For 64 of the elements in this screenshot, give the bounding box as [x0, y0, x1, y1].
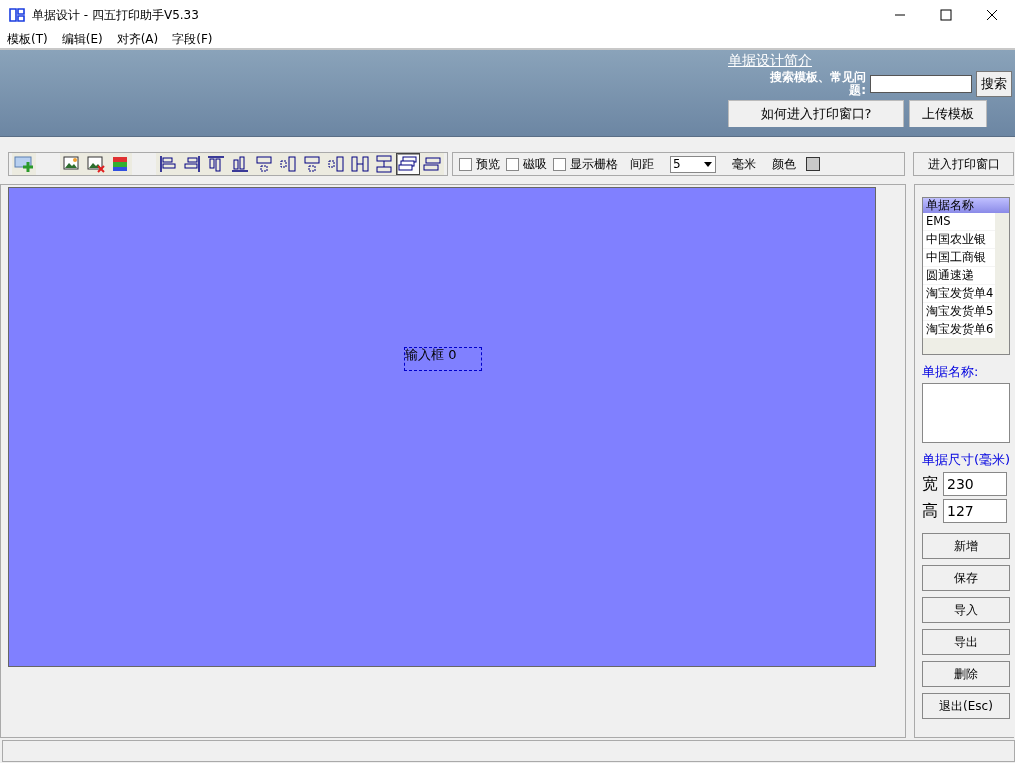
menu-item[interactable]: 字段(F) — [165, 30, 220, 48]
side-button[interactable]: 退出(Esc) — [922, 693, 1010, 719]
search-field[interactable] — [870, 75, 972, 93]
align-left-icon — [158, 154, 178, 174]
maximize-icon — [940, 9, 952, 21]
center-vertical-icon — [326, 154, 346, 174]
size-label: 单据尺寸(毫米) — [922, 451, 1012, 469]
align-top-icon — [206, 154, 226, 174]
unit-label: 毫米 — [732, 155, 756, 173]
checkbox[interactable] — [553, 157, 566, 171]
stacked-frames-icon — [398, 154, 418, 174]
window-title: 单据设计 - 四五打印助手V5.33 — [32, 6, 200, 24]
tool-button[interactable] — [348, 153, 372, 175]
text-field-element[interactable]: 输入框 0 — [404, 347, 482, 371]
menu-item[interactable]: 编辑(E) — [54, 30, 110, 48]
tool-button[interactable] — [108, 153, 132, 175]
center-horizontal-icon — [254, 154, 274, 174]
width-label: 宽 — [922, 473, 938, 495]
two-frames-icon — [422, 154, 442, 174]
align-right-icon — [182, 154, 202, 174]
height-label: 高 — [922, 500, 938, 522]
search-label: 搜索模板、常见问题: — [769, 71, 866, 97]
color-label: 颜色 — [772, 155, 796, 173]
tool-button[interactable] — [156, 153, 180, 175]
list-header: 单据名称 — [923, 198, 1009, 213]
side-button[interactable]: 新增 — [922, 533, 1010, 559]
side-button[interactable]: 导入 — [922, 597, 1010, 623]
name-label: 单据名称: — [922, 363, 980, 381]
width-field[interactable]: 230 — [943, 472, 1007, 496]
color-swatch[interactable] — [806, 157, 820, 171]
space-horizontal-icon — [350, 154, 370, 174]
tool-button[interactable] — [372, 153, 396, 175]
center-horizontal-icon — [302, 154, 322, 174]
add-frame-icon — [14, 154, 34, 174]
side-button[interactable]: 保存 — [922, 565, 1010, 591]
checkbox-label: 预览 — [476, 155, 500, 173]
align-bottom-icon — [230, 154, 250, 174]
height-field[interactable]: 127 — [943, 499, 1007, 523]
side-button[interactable]: 删除 — [922, 661, 1010, 687]
space-vertical-icon — [374, 154, 394, 174]
side-button[interactable]: 导出 — [922, 629, 1010, 655]
app-logo-icon — [8, 6, 26, 24]
menu-item[interactable]: 模板(T) — [0, 30, 55, 48]
spacing-label: 间距 — [630, 155, 654, 173]
tool-button[interactable] — [396, 153, 420, 175]
checkbox-label: 磁吸 — [523, 155, 547, 173]
spacing-dropdown[interactable]: 5 — [670, 155, 716, 173]
search-button[interactable]: 搜索 — [976, 71, 1012, 97]
tool-button[interactable] — [84, 153, 108, 175]
picture-delete-icon — [86, 154, 106, 174]
checkbox[interactable] — [506, 157, 519, 171]
checkbox-label: 显示栅格 — [570, 155, 618, 173]
close-icon — [986, 9, 998, 21]
vertical-scrollbar[interactable] — [995, 213, 1009, 338]
header-tab[interactable]: 上传模板 — [909, 100, 987, 127]
menu-item[interactable]: 对齐(A) — [109, 30, 166, 48]
color-bars-icon — [110, 154, 130, 174]
header-tab[interactable]: 如何进入打印窗口? — [728, 100, 904, 127]
print-window-button[interactable]: 进入打印窗口 — [913, 152, 1014, 176]
center-vertical-icon — [278, 154, 298, 174]
checkbox[interactable] — [459, 157, 472, 171]
tool-button[interactable] — [60, 153, 84, 175]
name-field[interactable] — [922, 383, 1010, 443]
horizontal-scrollbar[interactable] — [923, 338, 1009, 354]
